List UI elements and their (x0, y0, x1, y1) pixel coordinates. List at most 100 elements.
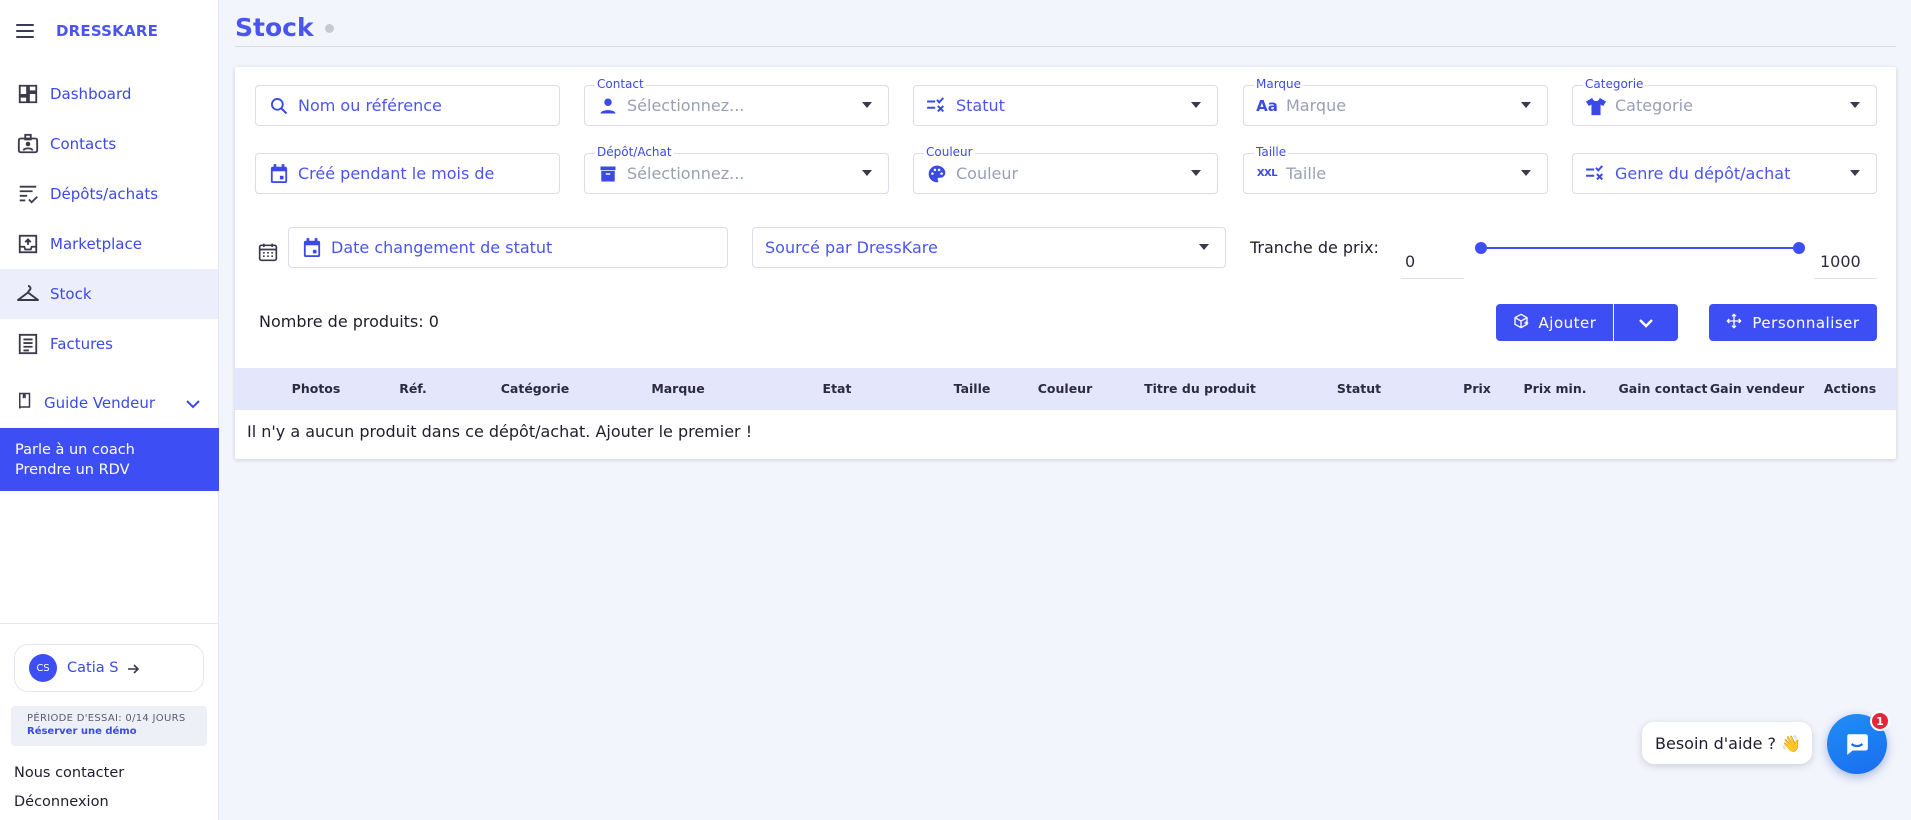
invoice-icon (16, 332, 40, 356)
genre-select[interactable]: Genre du dépôt/achat (1572, 153, 1877, 194)
filter-check-icon (926, 95, 948, 117)
stock-card: Nom ou référence Contact Sélectionnez...… (235, 67, 1896, 459)
categorie-select[interactable]: Categorie Categorie (1572, 77, 1877, 126)
sidebar-item-factures[interactable]: Factures (0, 319, 218, 369)
checklist-icon (16, 182, 40, 206)
contact-us-link[interactable]: Nous contacter (14, 765, 124, 781)
status-dot (325, 24, 334, 33)
column-header[interactable]: Prix (1463, 381, 1491, 396)
sidebar-item-label: Stock (50, 285, 92, 303)
sidebar-item-depots[interactable]: Dépôts/achats (0, 169, 218, 219)
column-header[interactable]: Marque (651, 381, 704, 396)
add-dropdown-button[interactable] (1614, 304, 1678, 341)
column-header[interactable]: Couleur (1038, 381, 1093, 396)
table-header: Photos Réf. Catégorie Marque Etat Taille… (235, 368, 1896, 410)
caret-down-icon (1521, 170, 1531, 176)
person-icon (597, 95, 619, 117)
chevron-down-icon (1639, 318, 1653, 328)
price-slider-track[interactable] (1481, 247, 1799, 249)
sidebar-item-dashboard[interactable]: Dashboard (0, 69, 218, 119)
menu-icon[interactable] (16, 24, 34, 38)
column-header[interactable]: Gain contact (1619, 381, 1708, 396)
add-button-label: Ajouter (1538, 313, 1597, 332)
notification-badge: 1 (1870, 711, 1890, 731)
statut-select[interactable]: Statut (913, 85, 1218, 126)
chat-icon (1847, 734, 1868, 755)
price-slider-min-handle[interactable] (1475, 242, 1487, 254)
coach-line-2: Prendre un RDV (15, 462, 130, 478)
book-demo-link[interactable]: Réserver une démo (27, 726, 191, 737)
marque-placeholder: Marque (1286, 96, 1347, 115)
source-select[interactable]: Sourcé par DressKare (752, 227, 1226, 268)
column-header[interactable]: Prix min. (1524, 381, 1587, 396)
column-header[interactable]: Catégorie (501, 381, 570, 396)
column-header[interactable]: Gain vendeur (1710, 381, 1804, 396)
marque-select[interactable]: Marque Aa Marque (1243, 77, 1548, 126)
taille-placeholder: Taille (1286, 164, 1327, 183)
brand-logo[interactable]: DRESSKARE (56, 22, 158, 40)
coach-line-1: Parle à un coach (15, 442, 135, 458)
depot-select[interactable]: Dépôt/Achat Sélectionnez... (584, 145, 889, 194)
search-input[interactable]: Nom ou référence (255, 85, 560, 126)
depot-placeholder: Sélectionnez... (627, 164, 745, 183)
sidebar-item-stock[interactable]: Stock (0, 269, 218, 319)
categorie-label: Categorie (1583, 77, 1646, 91)
coach-banner[interactable]: Parle à un coach Prendre un RDV (0, 428, 219, 491)
statut-text: Statut (956, 96, 1005, 115)
taille-label: Taille (1254, 145, 1289, 159)
column-header[interactable]: Réf. (399, 381, 427, 396)
caret-down-icon (1850, 102, 1860, 108)
sidebar-item-label: Marketplace (50, 235, 142, 253)
logout-link[interactable]: Déconnexion (14, 794, 109, 810)
column-header[interactable]: Actions (1824, 381, 1876, 396)
sidebar-item-label: Dépôts/achats (50, 185, 159, 203)
archive-icon (597, 163, 619, 185)
created-month-input[interactable]: Créé pendant le mois de (255, 153, 560, 194)
add-box-icon (1513, 313, 1529, 333)
search-icon (268, 95, 290, 117)
tshirt-icon (1585, 95, 1607, 117)
sidebar-item-label: Contacts (50, 135, 117, 153)
caret-down-icon (862, 170, 872, 176)
book-icon (16, 392, 34, 414)
palette-icon (926, 163, 948, 185)
column-header[interactable]: Statut (1337, 381, 1381, 396)
user-card[interactable]: CS Catia S (14, 644, 204, 692)
column-header[interactable]: Photos (292, 381, 341, 396)
contact-label: Contact (595, 77, 646, 91)
trial-box: PÉRIODE D'ESSAI: 0/14 JOURS Réserver une… (11, 706, 207, 746)
marque-label: Marque (1254, 77, 1304, 91)
caret-down-icon (1191, 102, 1201, 108)
title-divider (235, 46, 1896, 47)
taille-select[interactable]: Taille XXL Taille (1243, 145, 1548, 194)
column-header[interactable]: Titre du produit (1144, 381, 1256, 396)
column-header[interactable]: Taille (954, 381, 991, 396)
size-xxl-icon: XXL (1256, 168, 1278, 179)
price-max-input[interactable]: 1000 (1814, 249, 1877, 279)
price-slider-max-handle[interactable] (1793, 242, 1805, 254)
help-bubble[interactable]: Besoin d'aide ? 👋 (1642, 722, 1812, 764)
caret-down-icon (1850, 170, 1860, 176)
search-placeholder: Nom ou référence (298, 96, 442, 115)
date-status-input[interactable]: Date changement de statut (288, 227, 728, 268)
couleur-placeholder: Couleur (956, 164, 1019, 183)
caret-down-icon (1521, 102, 1531, 108)
help-text: Besoin d'aide ? 👋 (1655, 733, 1802, 753)
sidebar-item-marketplace[interactable]: Marketplace (0, 219, 218, 269)
caret-down-icon (1191, 170, 1201, 176)
column-header[interactable]: Etat (823, 381, 852, 396)
sidebar-item-contacts[interactable]: Contacts (0, 119, 218, 169)
contact-select[interactable]: Contact Sélectionnez... (584, 77, 889, 126)
guide-vendeur-toggle[interactable]: Guide Vendeur (0, 388, 218, 418)
customize-button[interactable]: Personnaliser (1709, 304, 1877, 341)
price-range-label: Tranche de prix: (1250, 238, 1379, 257)
price-min-input[interactable]: 0 (1401, 249, 1464, 279)
add-button[interactable]: Ajouter (1496, 304, 1613, 341)
caret-down-icon (862, 102, 872, 108)
avatar: CS (29, 654, 57, 682)
sidebar-bottom: CS Catia S PÉRIODE D'ESSAI: 0/14 JOURS R… (0, 623, 218, 820)
couleur-select[interactable]: Couleur Couleur (913, 145, 1218, 194)
date-status-text: Date changement de statut (331, 238, 553, 257)
calendar-picker-icon[interactable] (255, 239, 281, 265)
upload-box-icon (16, 232, 40, 256)
